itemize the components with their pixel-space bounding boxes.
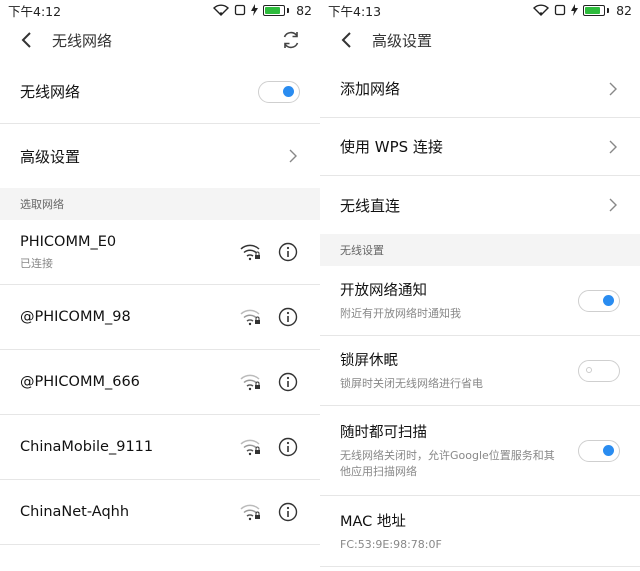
wifi-direct-label: 无线直连 — [340, 196, 401, 215]
network-row[interactable]: PHICOMM_E0 已连接 — [0, 220, 320, 285]
network-name: @PHICOMM_666 — [20, 374, 140, 390]
network-row[interactable]: @PHICOMM_666 — [0, 350, 320, 415]
status-time: 下午4:12 — [8, 3, 62, 19]
info-icon[interactable] — [278, 242, 298, 262]
wps-connect-row[interactable]: 使用 WPS 连接 — [320, 118, 640, 176]
chevron-right-icon — [609, 82, 617, 95]
status-bar: 下午4:12 82 — [0, 0, 320, 20]
section-header-networks: 选取网络 — [0, 188, 320, 220]
charging-icon — [251, 4, 259, 16]
network-name: ChinaNet-Aqhh — [20, 504, 130, 520]
mac-address-title: MAC 地址 — [340, 513, 406, 530]
advanced-settings-row[interactable]: 高级设置 — [0, 124, 320, 188]
info-icon[interactable] — [278, 307, 298, 327]
network-name: PHICOMM_E0 — [20, 233, 117, 250]
chevron-right-icon — [609, 140, 617, 153]
title-bar: 无线网络 — [0, 20, 320, 60]
always-scan-toggle[interactable] — [578, 439, 620, 462]
chevron-right-icon — [609, 198, 617, 212]
setting-title: 随时都可扫描 — [340, 425, 427, 441]
open-network-notify-toggle[interactable] — [578, 289, 620, 312]
info-icon[interactable] — [278, 372, 298, 392]
chevron-right-icon — [289, 149, 297, 163]
section-header-wifi-settings: 无线设置 — [320, 234, 640, 266]
always-scan-row[interactable]: 随时都可扫描 无线网络关闭时，允许Google位置服务和其他应用扫描网络 — [320, 406, 640, 496]
wifi-list-screen: 下午4:12 82 无线网络 无线网络 高级设置 选取网络 PHICOMM_E0… — [0, 0, 320, 571]
network-row[interactable]: @PHICOMM_98 — [0, 285, 320, 350]
setting-desc: 锁屏时关闭无线网络进行省电 — [340, 377, 483, 390]
setting-title: 锁屏休眠 — [340, 353, 398, 369]
wifi-lock-icon — [240, 244, 260, 261]
page-title: 无线网络 — [52, 31, 113, 50]
setting-desc: 无线网络关闭时，允许Google位置服务和其他应用扫描网络 — [340, 449, 555, 478]
network-name: @PHICOMM_98 — [20, 309, 131, 325]
screen-rotation-icon — [234, 4, 246, 16]
wifi-toggle-label: 无线网络 — [20, 83, 81, 101]
screen-rotation-icon — [554, 4, 566, 16]
lock-sleep-toggle[interactable] — [578, 359, 620, 382]
mac-address-value: FC:53:9E:98:78:0F — [340, 537, 442, 551]
network-row[interactable]: ChinaMobile_9111 — [0, 415, 320, 480]
open-network-notify-row[interactable]: 开放网络通知 附近有开放网络时通知我 — [320, 266, 640, 336]
battery-level: 82 — [296, 2, 312, 18]
mac-address-row: MAC 地址 FC:53:9E:98:78:0F — [320, 496, 640, 567]
status-bar: 下午4:13 82 — [320, 0, 640, 20]
add-network-label: 添加网络 — [340, 80, 401, 98]
battery-level: 82 — [616, 2, 632, 18]
battery-icon — [263, 4, 290, 16]
advanced-settings-label: 高级设置 — [20, 147, 81, 166]
network-list: PHICOMM_E0 已连接 @PHICOMM_98 @PHICOMM_666 … — [0, 220, 320, 545]
advanced-settings-screen: 下午4:13 82 高级设置 添加网络 使用 WPS 连接 无线直连 无线设置 … — [320, 0, 640, 571]
wifi-toggle[interactable] — [258, 80, 300, 103]
page-title: 高级设置 — [372, 31, 433, 50]
network-row[interactable]: ChinaNet-Aqhh — [0, 480, 320, 545]
info-icon[interactable] — [278, 502, 298, 522]
setting-title: 开放网络通知 — [340, 283, 427, 299]
wifi-status-icon — [213, 4, 230, 16]
network-status: 已连接 — [20, 256, 53, 270]
lock-sleep-row[interactable]: 锁屏休眠 锁屏时关闭无线网络进行省电 — [320, 336, 640, 406]
network-name: ChinaMobile_9111 — [20, 439, 154, 455]
wifi-direct-row[interactable]: 无线直连 — [320, 176, 640, 234]
wifi-lock-icon — [240, 309, 260, 326]
setting-desc: 附近有开放网络时通知我 — [340, 307, 461, 320]
wps-connect-label: 使用 WPS 连接 — [340, 138, 443, 156]
info-icon[interactable] — [278, 437, 298, 457]
add-network-row[interactable]: 添加网络 — [320, 60, 640, 118]
title-bar: 高级设置 — [320, 20, 640, 60]
wifi-status-icon — [533, 4, 550, 16]
wifi-toggle-row[interactable]: 无线网络 — [0, 60, 320, 124]
wifi-lock-icon — [240, 504, 260, 521]
wifi-lock-icon — [240, 374, 260, 391]
refresh-icon[interactable] — [280, 29, 302, 51]
back-icon[interactable] — [336, 29, 358, 51]
battery-icon — [583, 4, 610, 16]
wifi-lock-icon — [240, 439, 260, 456]
status-time: 下午4:13 — [328, 3, 382, 19]
back-icon[interactable] — [16, 29, 38, 51]
charging-icon — [571, 4, 579, 16]
